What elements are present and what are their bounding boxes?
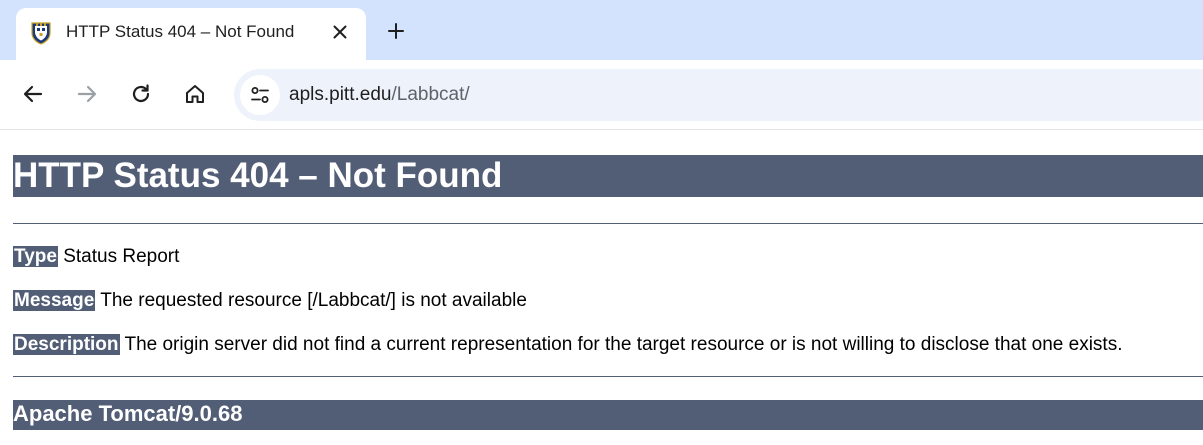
description-label: Description: [13, 334, 120, 355]
forward-arrow-icon[interactable]: [75, 82, 99, 106]
server-footer: Apache Tomcat/9.0.68: [13, 400, 1203, 430]
browser-tab[interactable]: HTTP Status 404 – Not Found: [16, 8, 366, 60]
type-value: Status Report: [63, 246, 180, 267]
description-value: The origin server did not find a current…: [124, 334, 1123, 355]
tab-title: HTTP Status 404 – Not Found: [66, 22, 295, 41]
close-icon[interactable]: [328, 20, 352, 44]
url-path: /Labbcat/: [391, 84, 470, 105]
message-row: Message The requested resource [/Labbcat…: [13, 289, 527, 313]
url-text[interactable]: apls.pitt.edu/Labbcat/: [289, 84, 470, 106]
home-icon[interactable]: [183, 82, 207, 106]
url-host: apls.pitt.edu: [289, 84, 392, 105]
type-label: Type: [13, 246, 58, 267]
message-value: The requested resource [/Labbcat/] is no…: [100, 290, 527, 311]
site-settings-icon[interactable]: [240, 75, 280, 115]
pitt-shield-icon: [30, 21, 52, 45]
divider-top: [13, 223, 1203, 224]
browser-toolbar: apls.pitt.edu/Labbcat/: [0, 60, 1203, 130]
page-content: HTTP Status 404 – Not Found Type Status …: [0, 130, 1203, 445]
address-bar[interactable]: apls.pitt.edu/Labbcat/: [234, 69, 1203, 121]
back-arrow-icon[interactable]: [21, 82, 45, 106]
description-row: Description The origin server did not fi…: [13, 333, 1122, 357]
divider-bottom: [13, 376, 1203, 377]
message-label: Message: [13, 290, 96, 311]
plus-icon[interactable]: [383, 18, 409, 44]
tab-strip: HTTP Status 404 – Not Found: [0, 0, 1203, 60]
page-title: HTTP Status 404 – Not Found: [13, 155, 1203, 197]
type-row: Type Status Report: [13, 245, 179, 269]
reload-icon[interactable]: [129, 82, 153, 106]
